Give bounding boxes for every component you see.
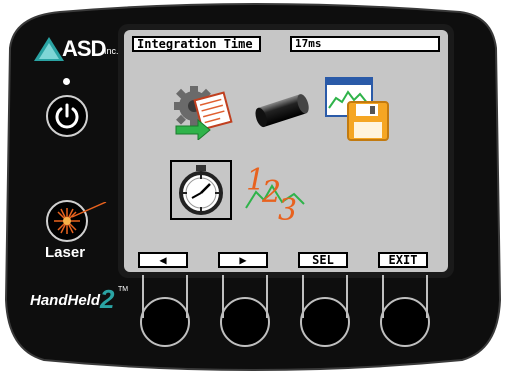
- field-label: Integration Time: [132, 36, 261, 52]
- svg-text:3: 3: [278, 193, 297, 224]
- status-led: [63, 78, 70, 85]
- stopwatch-icon[interactable]: [172, 162, 230, 218]
- hard-key-exit[interactable]: [380, 297, 430, 347]
- hard-key-select[interactable]: [300, 297, 350, 347]
- softkey-right-button[interactable]: ▶: [218, 252, 268, 268]
- asd-triangle-icon: [34, 37, 64, 61]
- model-number: 2: [100, 284, 115, 314]
- hard-key-left[interactable]: [140, 297, 190, 347]
- softkey-left-button[interactable]: ◀: [138, 252, 188, 268]
- brand-suffix: Inc.: [104, 46, 119, 56]
- fiber-optic-icon[interactable]: [254, 90, 314, 130]
- stopwatch-selection-frame[interactable]: [170, 160, 232, 220]
- softkey-exit-button[interactable]: EXIT: [378, 252, 428, 268]
- softkey-bar: ◀ ▶ SEL EXIT: [124, 244, 448, 272]
- laser-burst-icon: [54, 202, 107, 234]
- power-icon: [55, 103, 79, 129]
- save-spectrum-icon[interactable]: [324, 76, 392, 142]
- laser-button[interactable]: [46, 200, 107, 242]
- asd-logo: ASD Inc.: [34, 36, 119, 62]
- hard-key-right[interactable]: [220, 297, 270, 347]
- brand-name: ASD: [62, 36, 106, 61]
- numeric-123-icon[interactable]: 1 2 3: [242, 158, 312, 224]
- model-name: HandHeld: [30, 292, 101, 309]
- handheld-device: ASD Inc. Laser HandHeld 2 TM Integration…: [0, 0, 506, 378]
- handheld-logo: HandHeld 2 TM: [30, 284, 130, 318]
- laser-label: Laser: [45, 244, 86, 261]
- integration-time-field[interactable]: 17ms: [290, 36, 440, 52]
- softkey-select-button[interactable]: SEL: [298, 252, 348, 268]
- settings-gear-icon[interactable]: [168, 78, 238, 140]
- model-trademark: TM: [118, 286, 129, 293]
- lcd-screen: Integration Time 17ms 1 2 3 ◀ ▶ SEL EXIT: [124, 30, 448, 272]
- power-button[interactable]: [46, 95, 88, 137]
